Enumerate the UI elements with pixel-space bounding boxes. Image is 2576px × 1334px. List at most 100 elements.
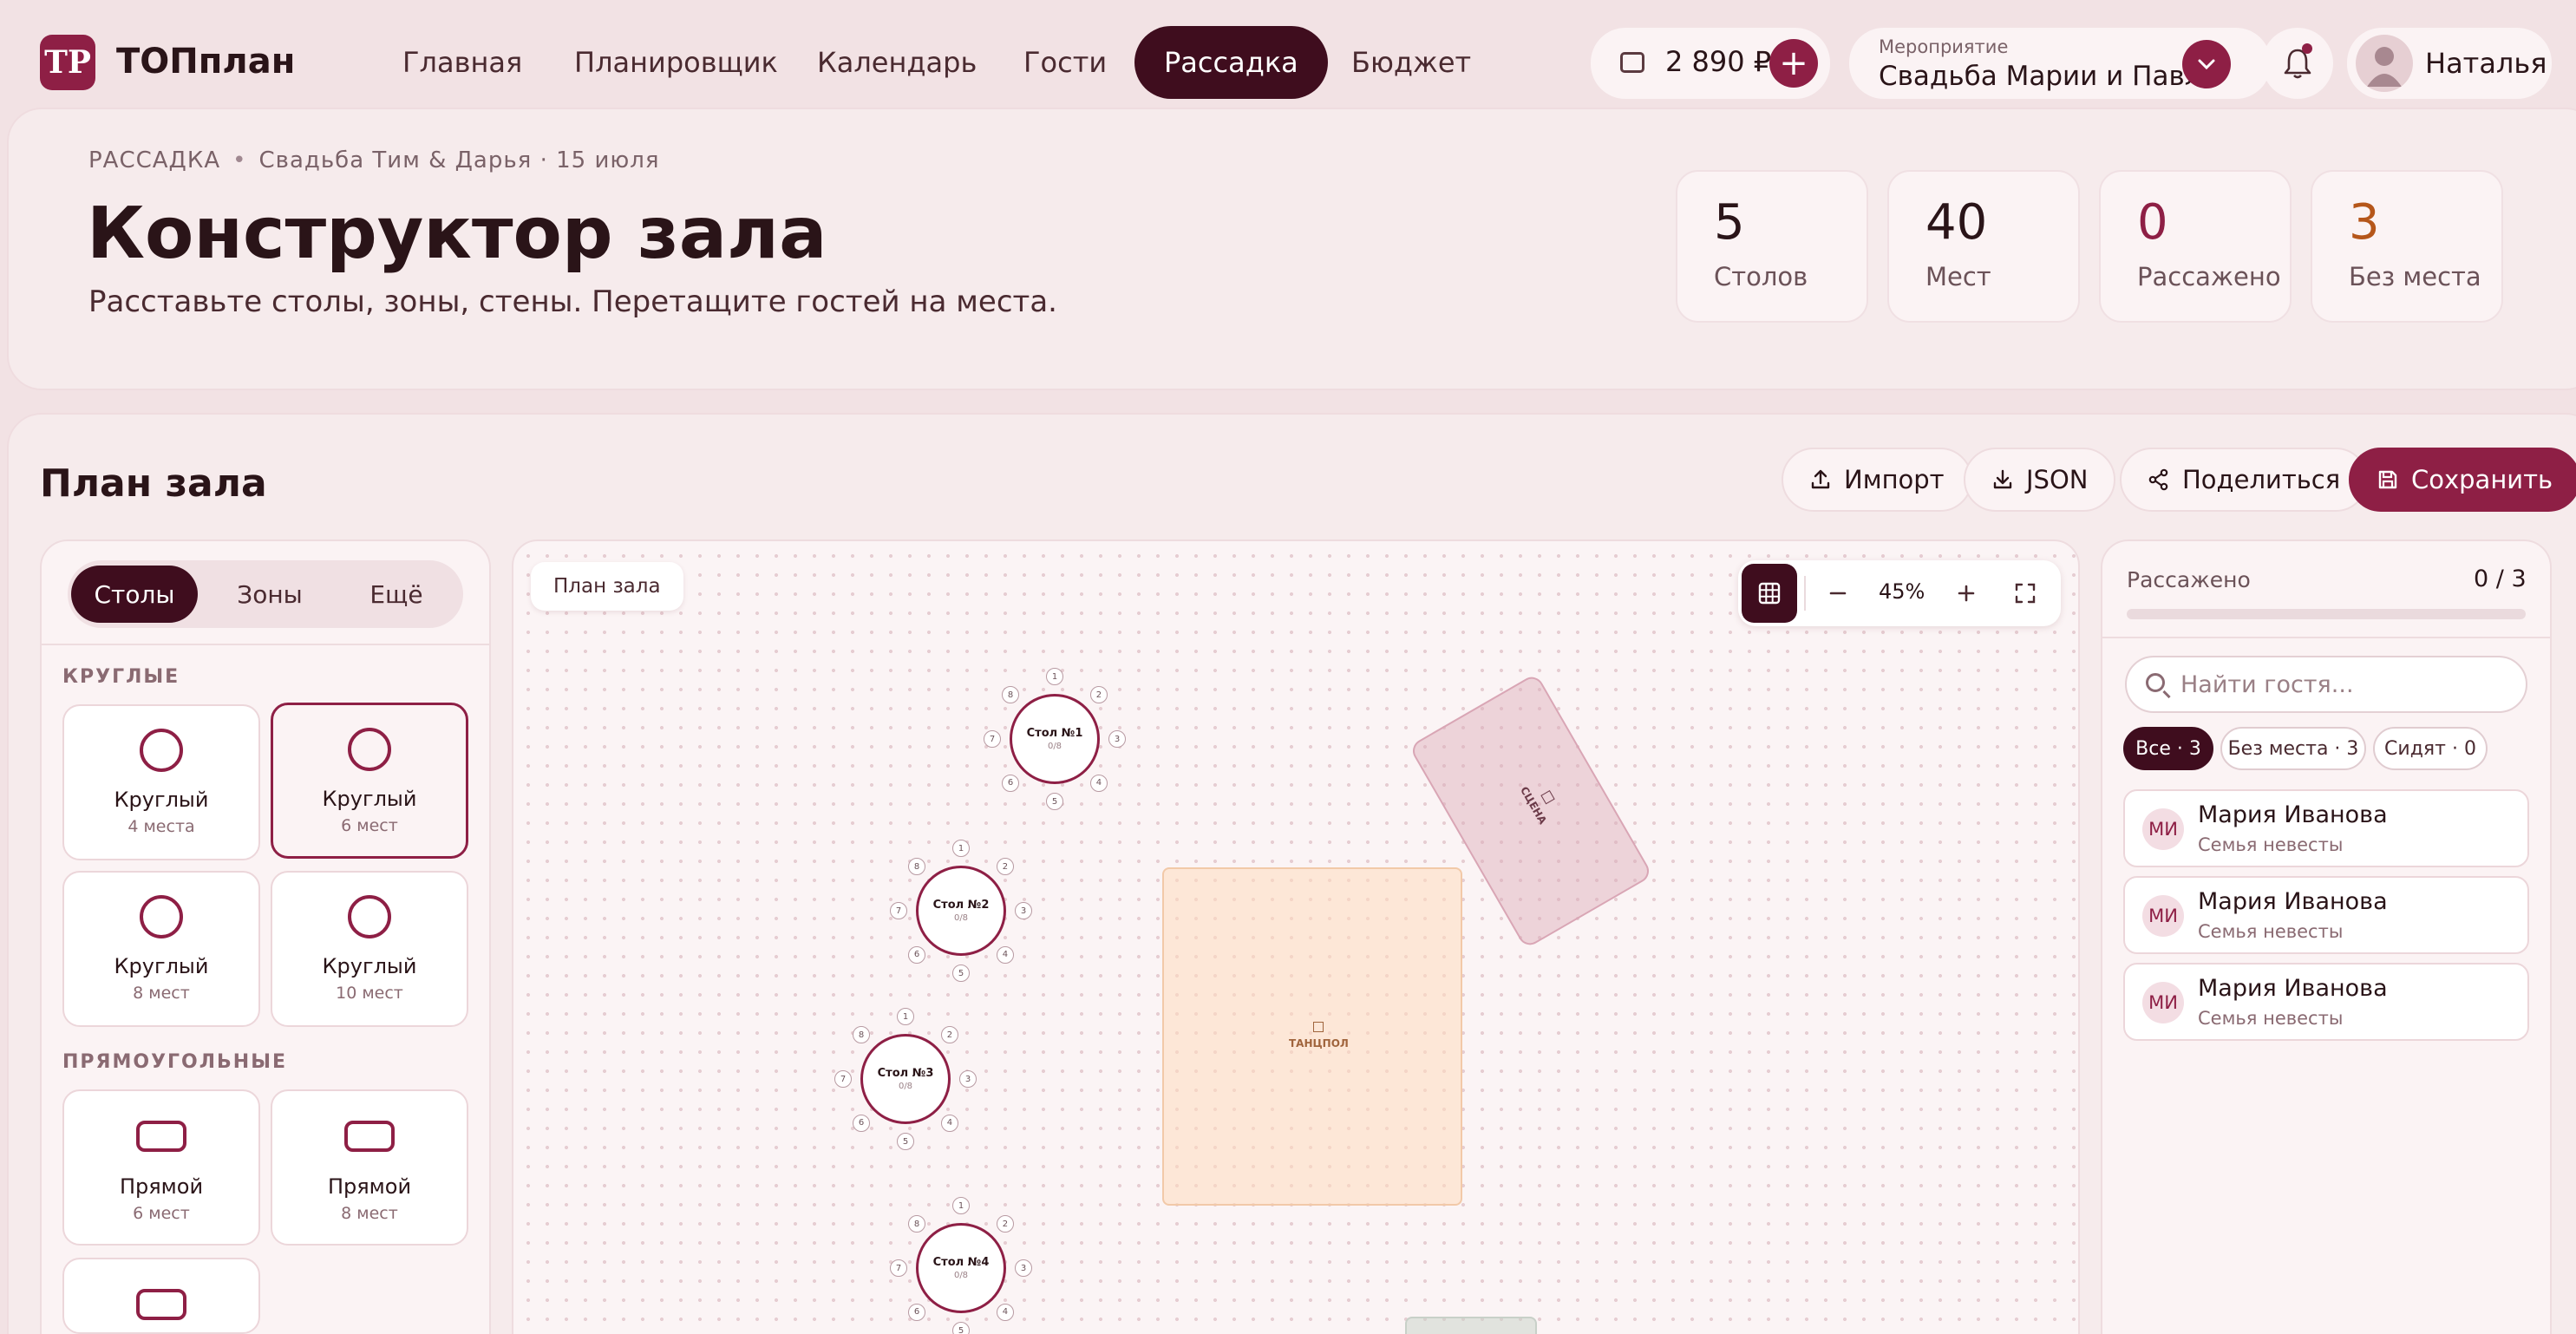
stat-tables: 5 Столов: [1676, 170, 1868, 323]
canvas-label: План зала: [531, 562, 683, 611]
seat[interactable]: 4: [940, 1114, 958, 1132]
save-icon: [2378, 470, 2397, 489]
seat[interactable]: 2: [1089, 686, 1108, 704]
save-button[interactable]: Сохранить: [2349, 448, 2576, 512]
guest-group: Семья невесты: [2198, 1008, 2344, 1029]
tab-zones[interactable]: Зоны: [206, 566, 333, 623]
rect-table-more[interactable]: [62, 1258, 260, 1334]
seat[interactable]: 1: [897, 1008, 914, 1025]
stat-unseated: 3 Без места: [2311, 170, 2503, 323]
breadcrumb-event: Свадьба Тим & Дарья · 15 июля: [258, 147, 660, 173]
dance-floor-label: ТАНЦПОЛ: [1289, 1022, 1349, 1050]
filter-unseated[interactable]: Без места · 3: [2220, 727, 2366, 770]
table-2[interactable]: Стол №2 0/8: [916, 866, 1006, 956]
nav-seating[interactable]: Рассадка: [1134, 26, 1328, 99]
filter-all[interactable]: Все · 3: [2123, 727, 2213, 770]
seat[interactable]: 2: [996, 858, 1014, 876]
nav-calendar[interactable]: Календарь: [788, 26, 1006, 99]
rect-table-8[interactable]: Прямой 8 мест: [271, 1089, 468, 1246]
fullscreen-button[interactable]: [2002, 564, 2049, 623]
seat[interactable]: 4: [996, 945, 1014, 964]
chevron-down-icon[interactable]: [2182, 40, 2231, 88]
rect-table-icon: [344, 1121, 395, 1152]
seat[interactable]: 7: [984, 730, 1001, 748]
import-button[interactable]: Импорт: [1782, 448, 1972, 512]
guest-name: Мария Иванова: [2198, 801, 2388, 828]
upload-icon: [1811, 469, 1830, 489]
breadcrumb: РАССАДКА • Свадьба Тим & Дарья · 15 июля: [88, 147, 660, 173]
stat-value: 3: [2349, 194, 2380, 251]
tab-tables[interactable]: Столы: [71, 566, 198, 623]
rect-table-icon: [136, 1121, 186, 1152]
seat[interactable]: 7: [834, 1070, 852, 1088]
table-3[interactable]: Стол №3 0/8: [860, 1034, 951, 1124]
seat[interactable]: 6: [908, 945, 926, 964]
table-1[interactable]: Стол №1 0/8: [1010, 694, 1100, 784]
round-table-icon: [348, 728, 391, 771]
divider: [2102, 637, 2550, 638]
plus-icon: [1958, 585, 1975, 602]
divider: [1804, 576, 1806, 611]
nav-home[interactable]: Главная: [373, 26, 552, 99]
wallet-icon: [1620, 52, 1644, 73]
seat[interactable]: 3: [1015, 902, 1032, 919]
stat-label: Рассажено: [2137, 262, 2281, 291]
zone-icon: [1313, 1022, 1324, 1032]
seat[interactable]: 7: [890, 1259, 907, 1277]
notification-badge: [2302, 43, 2312, 54]
guest-card[interactable]: МИ Мария Иванова Семья невесты: [2123, 876, 2529, 954]
seat[interactable]: 7: [890, 902, 907, 919]
tab-more[interactable]: Ещё: [333, 566, 460, 623]
table-4[interactable]: Стол №4 0/8: [916, 1223, 1006, 1313]
seat[interactable]: 4: [1089, 774, 1108, 792]
stat-value: 5: [1714, 194, 1745, 251]
seat[interactable]: 6: [853, 1114, 871, 1132]
app-logo[interactable]: ТР: [40, 35, 95, 90]
seat[interactable]: 3: [959, 1070, 977, 1088]
guest-group: Семья невесты: [2198, 921, 2344, 942]
seat[interactable]: 6: [908, 1303, 926, 1321]
guest-group: Семья невесты: [2198, 834, 2344, 855]
stat-label: Столов: [1714, 262, 1808, 291]
grid-toggle-button[interactable]: [1742, 564, 1797, 623]
stat-label: Мест: [1925, 262, 1991, 291]
seat[interactable]: 1: [952, 1197, 970, 1214]
filter-seated[interactable]: Сидят · 0: [2373, 727, 2488, 770]
seat[interactable]: 5: [897, 1133, 914, 1150]
breadcrumb-section[interactable]: РАССАДКА: [88, 147, 220, 173]
seat[interactable]: 1: [1046, 668, 1063, 685]
seat[interactable]: 6: [1002, 774, 1020, 792]
guest-name: Мария Иванова: [2198, 975, 2388, 1002]
nav-guests[interactable]: Гости: [994, 26, 1136, 99]
round-table-6[interactable]: Круглый 6 мест: [271, 703, 468, 859]
seated-count: 0 / 3: [2474, 566, 2527, 592]
page-title: Конструктор зала: [87, 193, 827, 275]
round-table-4[interactable]: Круглый 4 места: [62, 704, 260, 860]
seat[interactable]: 3: [1015, 1259, 1032, 1277]
seat[interactable]: 4: [996, 1303, 1014, 1321]
seat[interactable]: 5: [952, 1322, 970, 1334]
seat[interactable]: 1: [952, 840, 970, 857]
round-table-8[interactable]: Круглый 8 мест: [62, 871, 260, 1027]
seat[interactable]: 3: [1108, 730, 1126, 748]
guest-card[interactable]: МИ Мария Иванова Семья невесты: [2123, 789, 2529, 867]
seat[interactable]: 5: [1046, 793, 1063, 810]
rect-table-icon: [136, 1289, 186, 1320]
zoom-out-button[interactable]: [1814, 564, 1861, 623]
seat[interactable]: 2: [996, 1215, 1014, 1233]
seat[interactable]: 5: [952, 965, 970, 982]
guest-card[interactable]: МИ Мария Иванова Семья невесты: [2123, 963, 2529, 1041]
nav-planner[interactable]: Планировщик: [545, 26, 807, 99]
wallet-balance: 2 890 ₽: [1665, 45, 1772, 78]
nav-budget[interactable]: Бюджет: [1322, 26, 1500, 99]
share-button[interactable]: Поделиться: [2120, 448, 2369, 512]
add-funds-button[interactable]: +: [1769, 39, 1818, 88]
seat[interactable]: 2: [940, 1026, 958, 1044]
zoom-in-button[interactable]: [1943, 564, 1990, 623]
fullscreen-icon: [2015, 583, 2036, 604]
notifications-button[interactable]: [2262, 28, 2333, 99]
rect-table-6[interactable]: Прямой 6 мест: [62, 1089, 260, 1246]
json-export-button[interactable]: JSON: [1964, 448, 2116, 512]
round-table-10[interactable]: Круглый 10 мест: [271, 871, 468, 1027]
zone-partial[interactable]: [1405, 1317, 1537, 1334]
